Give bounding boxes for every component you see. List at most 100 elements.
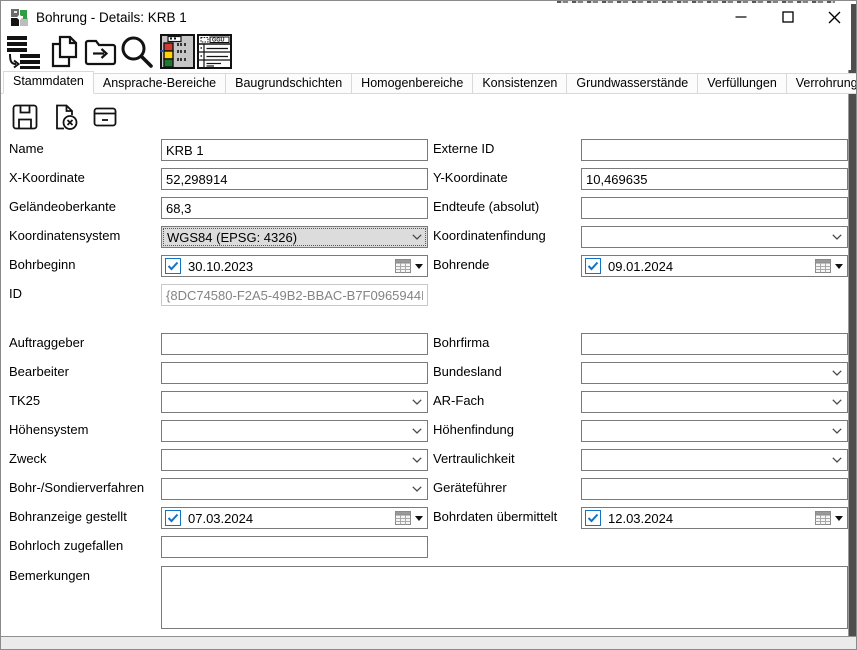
calendar-icon bbox=[815, 259, 831, 273]
calendar-icon bbox=[815, 511, 831, 525]
chevron-down-icon bbox=[412, 486, 422, 492]
borehole-log-button[interactable] bbox=[159, 33, 195, 69]
bohrdaten-label: Bohrdaten übermittelt bbox=[433, 508, 557, 526]
hoehensystem-label: Höhensystem bbox=[9, 421, 88, 439]
copy-document-button[interactable] bbox=[46, 33, 82, 69]
tk25-select[interactable] bbox=[161, 391, 428, 413]
x-koordinate-label: X-Koordinate bbox=[9, 169, 85, 187]
bohrbeginn-label: Bohrbeginn bbox=[9, 256, 76, 274]
bohrbeginn-date-field[interactable]: 30.10.2023 bbox=[161, 255, 428, 277]
koordinatensystem-label: Koordinatensystem bbox=[9, 227, 120, 245]
copy-rows-icon bbox=[6, 34, 41, 69]
bohrende-checkbox[interactable] bbox=[585, 258, 601, 274]
borehole-log-icon bbox=[160, 34, 195, 69]
dropdown-arrow-icon bbox=[835, 516, 843, 521]
tab-konsistenzen[interactable]: Konsistenzen bbox=[473, 73, 567, 94]
hoehenfindung-label: Höhenfindung bbox=[433, 421, 514, 439]
hoehensystem-select[interactable] bbox=[161, 420, 428, 442]
minimize-button[interactable] bbox=[724, 3, 758, 31]
bemerkungen-textarea[interactable] bbox=[161, 566, 848, 629]
bohrloch-zugefallen-input[interactable] bbox=[161, 536, 428, 558]
discard-record-button[interactable] bbox=[49, 101, 81, 133]
calendar-icon bbox=[395, 259, 411, 273]
tab-baugrundschichten[interactable]: Baugrundschichten bbox=[226, 73, 352, 94]
x-koordinate-input[interactable] bbox=[161, 168, 428, 190]
save-button[interactable] bbox=[9, 101, 41, 133]
form-row: Bohrbeginn 30.10.2023 Bohrende 09.01.202… bbox=[1, 255, 851, 277]
ggu-form-button[interactable]: GGU bbox=[196, 33, 232, 69]
bundesland-select[interactable] bbox=[581, 362, 848, 384]
tab-homogenbereiche[interactable]: Homogenbereiche bbox=[352, 73, 473, 94]
archive-box-button[interactable] bbox=[89, 101, 121, 133]
ar-fach-label: AR-Fach bbox=[433, 392, 484, 410]
tab-strip: Stammdaten Ansprache-Bereiche Baugrundsc… bbox=[3, 71, 857, 94]
ggu-form-icon: GGU bbox=[197, 34, 232, 69]
bohranzeige-checkbox[interactable] bbox=[165, 510, 181, 526]
maximize-icon bbox=[783, 12, 793, 22]
search-button[interactable] bbox=[118, 33, 154, 69]
form-row: Geländeoberkante Endteufe (absolut) bbox=[1, 197, 851, 219]
bearbeiter-label: Bearbeiter bbox=[9, 363, 69, 381]
bohranzeige-calendar-dropdown[interactable] bbox=[395, 511, 424, 525]
copy-document-icon bbox=[47, 34, 82, 69]
chevron-down-icon bbox=[832, 399, 842, 405]
copy-rows-button[interactable] bbox=[5, 33, 41, 69]
calendar-icon bbox=[395, 511, 411, 525]
koordinatenfindung-select[interactable] bbox=[581, 226, 848, 248]
bohrbeginn-calendar-dropdown[interactable] bbox=[395, 259, 424, 273]
tab-grundwasserstaende[interactable]: Grundwasserstände bbox=[567, 73, 698, 94]
form-row: Höhensystem Höhenfindung bbox=[1, 420, 851, 442]
koordinatensystem-select[interactable]: WGS84 (EPSG: 4326) bbox=[161, 226, 428, 248]
bohrverfahren-select[interactable] bbox=[161, 478, 428, 500]
checkmark-icon bbox=[587, 261, 599, 271]
chevron-down-icon bbox=[832, 370, 842, 376]
tab-stammdaten[interactable]: Stammdaten bbox=[3, 71, 94, 94]
hoehenfindung-select[interactable] bbox=[581, 420, 848, 442]
bearbeiter-input[interactable] bbox=[161, 362, 428, 384]
tab-verrohrungen[interactable]: Verrohrungen bbox=[787, 73, 857, 94]
bohrdaten-calendar-dropdown[interactable] bbox=[815, 511, 844, 525]
chevron-down-icon bbox=[832, 234, 842, 240]
geraetefuehrer-input[interactable] bbox=[581, 478, 848, 500]
auftraggeber-input[interactable] bbox=[161, 333, 428, 355]
bohrende-label: Bohrende bbox=[433, 256, 489, 274]
window-title: Bohrung - Details: KRB 1 bbox=[36, 9, 187, 26]
bohranzeige-date-field[interactable]: 07.03.2024 bbox=[161, 507, 428, 529]
form-row: ID bbox=[1, 284, 851, 306]
bohrdaten-date-value[interactable]: 12.03.2024 bbox=[608, 511, 673, 526]
checkmark-icon bbox=[167, 513, 179, 523]
endteufe-input[interactable] bbox=[581, 197, 848, 219]
bohranzeige-date-value[interactable]: 07.03.2024 bbox=[188, 511, 253, 526]
y-koordinate-input[interactable] bbox=[581, 168, 848, 190]
vertraulichkeit-select[interactable] bbox=[581, 449, 848, 471]
close-button[interactable] bbox=[817, 3, 851, 31]
discard-record-icon bbox=[51, 103, 79, 131]
externe-id-input[interactable] bbox=[581, 139, 848, 161]
bohrende-calendar-dropdown[interactable] bbox=[815, 259, 844, 273]
ar-fach-select[interactable] bbox=[581, 391, 848, 413]
koordinatenfindung-label: Koordinatenfindung bbox=[433, 227, 546, 245]
geraetefuehrer-label: Geräteführer bbox=[433, 479, 507, 497]
zweck-select[interactable] bbox=[161, 449, 428, 471]
tab-verfuellungen[interactable]: Verfüllungen bbox=[698, 73, 787, 94]
app-icon bbox=[11, 9, 28, 26]
checkmark-icon bbox=[167, 261, 179, 271]
bohrverfahren-label: Bohr-/Sondierverfahren bbox=[9, 479, 144, 497]
bohrdaten-checkbox[interactable] bbox=[585, 510, 601, 526]
name-input[interactable] bbox=[161, 139, 428, 161]
chevron-down-icon bbox=[412, 234, 422, 240]
bohrbeginn-date-value[interactable]: 30.10.2023 bbox=[188, 259, 253, 274]
bohrende-date-value[interactable]: 09.01.2024 bbox=[608, 259, 673, 274]
export-folder-button[interactable] bbox=[82, 33, 118, 69]
gelaendeoberkante-input[interactable] bbox=[161, 197, 428, 219]
tab-ansprache-bereiche[interactable]: Ansprache-Bereiche bbox=[94, 73, 226, 94]
bohrende-date-field[interactable]: 09.01.2024 bbox=[581, 255, 848, 277]
maximize-button[interactable] bbox=[771, 3, 805, 31]
chevron-down-icon bbox=[412, 457, 422, 463]
chevron-down-icon bbox=[832, 428, 842, 434]
vertraulichkeit-label: Vertraulichkeit bbox=[433, 450, 515, 468]
endteufe-label: Endteufe (absolut) bbox=[433, 198, 539, 216]
bohrdaten-date-field[interactable]: 12.03.2024 bbox=[581, 507, 848, 529]
bohrbeginn-checkbox[interactable] bbox=[165, 258, 181, 274]
bohrfirma-input[interactable] bbox=[581, 333, 848, 355]
